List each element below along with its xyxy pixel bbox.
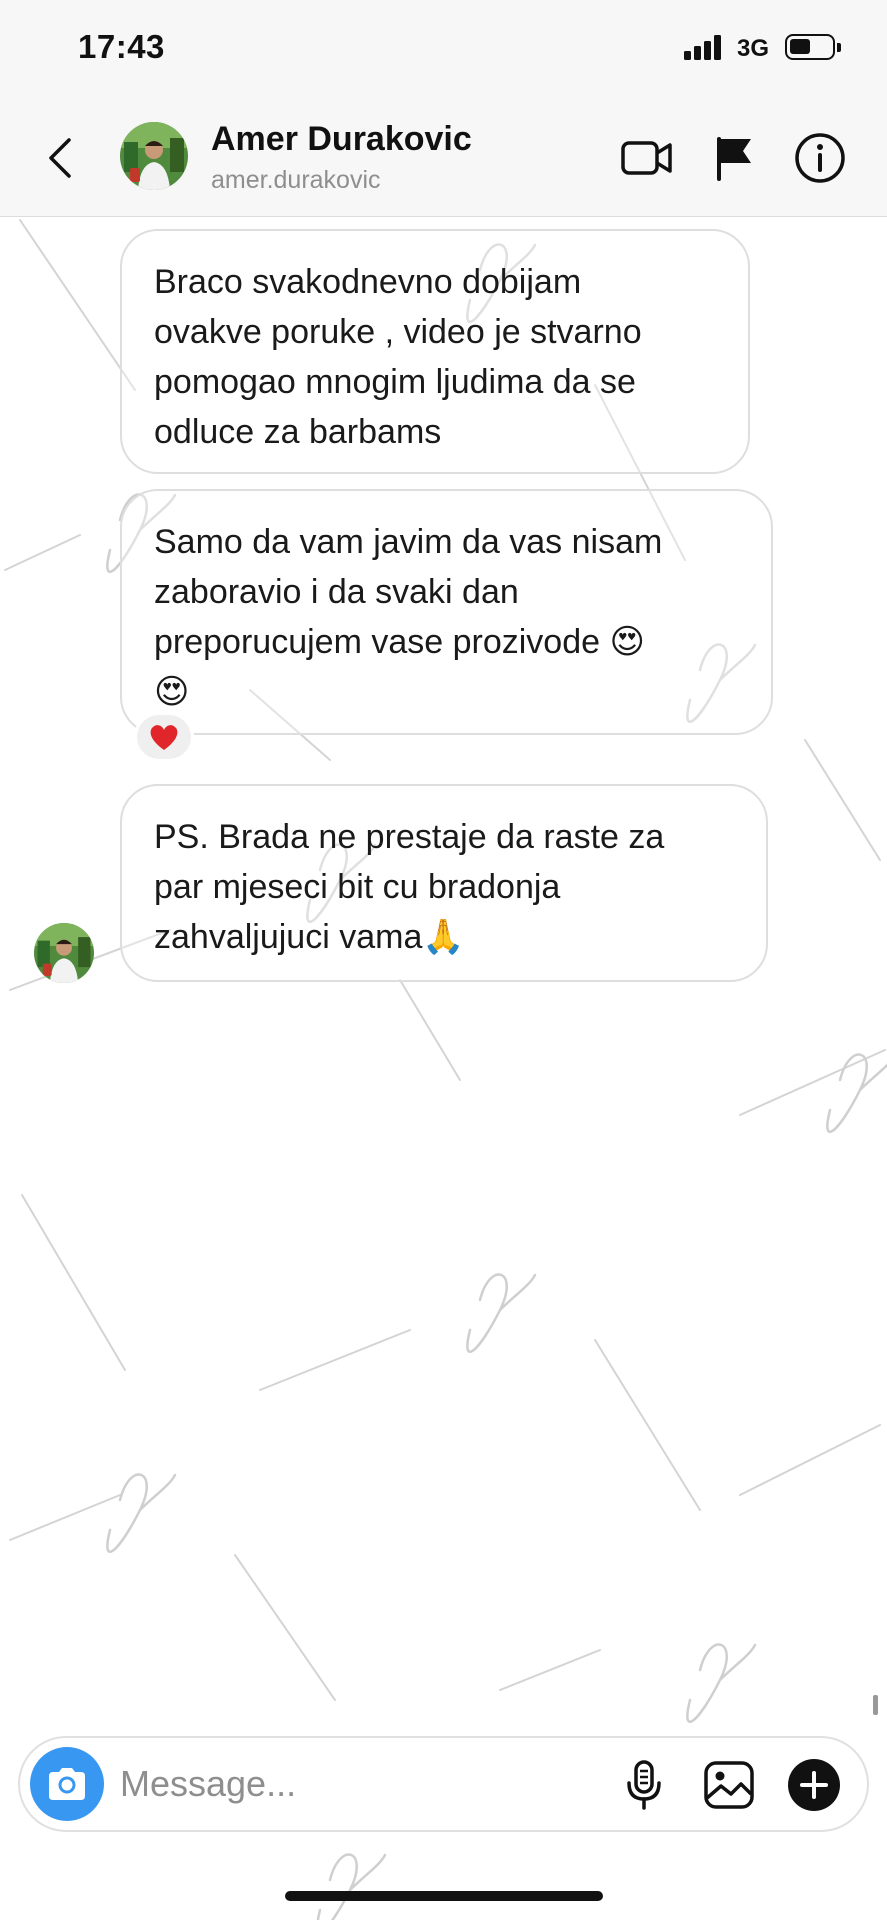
message-bubble[interactable]: Braco svakodnevno dobijam ovakve poruke … <box>120 229 750 474</box>
camera-icon <box>49 1768 85 1800</box>
camera-button[interactable] <box>30 1747 104 1821</box>
heart-reaction[interactable] <box>134 712 194 762</box>
scroll-indicator[interactable] <box>873 1695 878 1715</box>
video-call-button[interactable] <box>617 128 677 188</box>
back-chevron-icon <box>49 138 71 178</box>
voice-message-button[interactable] <box>613 1754 675 1816</box>
message-line: odluce za barbams <box>154 413 442 451</box>
message-bubble[interactable]: PS. Brada ne prestaje da raste za par mj… <box>120 784 768 982</box>
message-line: par mjeseci bit cu bradonja <box>154 868 561 906</box>
gallery-icon <box>704 1761 754 1809</box>
report-button[interactable] <box>705 128 765 188</box>
message-line: 😍 <box>154 667 739 717</box>
message-composer <box>18 1736 869 1832</box>
heart-eyes-emoji: 😍 <box>609 622 645 662</box>
heart-icon <box>150 725 178 750</box>
battery-icon <box>785 34 841 60</box>
message-text: zahvaljujuci vama <box>154 918 423 956</box>
status-time: 17:43 <box>78 28 165 65</box>
message-line: Samo da vam javim da vas nisam <box>154 523 663 561</box>
video-camera-icon <box>621 141 672 175</box>
battery-level <box>790 39 810 54</box>
message-line: ovakve poruke , video je stvarno <box>154 313 642 351</box>
message-bubble[interactable]: Samo da vam javim da vas nisam zaboravio… <box>120 489 773 735</box>
signal-strength-icon <box>684 34 724 60</box>
contact-name[interactable]: Amer Durakovic <box>211 120 472 159</box>
network-type: 3G <box>737 35 770 62</box>
contact-avatar[interactable] <box>120 122 188 190</box>
plus-icon <box>788 1759 840 1811</box>
message-text: preporucujem vase prozivode <box>154 623 610 661</box>
sender-avatar[interactable] <box>34 923 94 983</box>
info-icon <box>795 133 845 183</box>
back-button[interactable] <box>38 128 82 188</box>
message-line: PS. Brada ne prestaje da raste za <box>154 818 665 856</box>
message-line: preporucujem vase prozivode 😍 <box>154 617 739 667</box>
heart-eyes-emoji: 😍 <box>154 672 190 712</box>
microphone-icon <box>627 1760 661 1810</box>
folded-hands-emoji: 🙏 <box>422 917 465 957</box>
message-line: pomogao mnogim ljudima da se <box>154 363 636 401</box>
message-thread[interactable]: Braco svakodnevno dobijam ovakve poruke … <box>0 218 887 1738</box>
message-line: Braco svakodnevno dobijam <box>154 263 582 301</box>
gallery-button[interactable] <box>698 1754 760 1816</box>
message-line: zahvaljujuci vama🙏 <box>154 912 734 962</box>
info-button[interactable] <box>790 128 850 188</box>
flag-icon <box>717 137 751 181</box>
chat-header: Amer Durakovic amer.durakovic <box>0 100 887 217</box>
status-bar: 17:43 3G <box>0 0 887 100</box>
home-indicator[interactable] <box>285 1891 603 1901</box>
contact-username: amer.durakovic <box>211 166 381 194</box>
message-input[interactable] <box>120 1756 600 1812</box>
more-options-button[interactable] <box>783 1754 845 1816</box>
message-line: zaboravio i da svaki dan <box>154 573 519 611</box>
